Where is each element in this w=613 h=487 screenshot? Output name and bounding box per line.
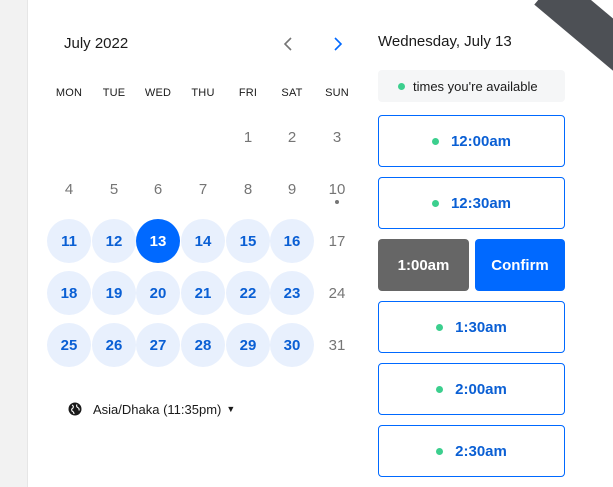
available-dot-icon [436, 323, 444, 331]
calendar-day-available[interactable]: 27 [136, 323, 180, 367]
month-title: July 2022 [64, 35, 129, 52]
globe-icon [68, 402, 82, 416]
available-dot-icon [431, 199, 439, 207]
chevron-right-icon [334, 37, 343, 51]
calendar-day: 5 [109, 180, 119, 198]
weekday-sat: SAT [281, 87, 303, 99]
time-slot-label: 2:00am [455, 380, 507, 398]
time-slot-button[interactable]: 1:30am [378, 301, 565, 353]
prev-month-button[interactable] [278, 34, 298, 54]
calendar-day-selected[interactable]: 13 [136, 219, 180, 263]
time-slot-button[interactable]: 12:00am [378, 115, 565, 167]
calendar-day: 24 [328, 284, 346, 302]
calendar-day-available[interactable]: 18 [47, 271, 91, 315]
calendar-day: 3 [332, 128, 342, 146]
time-slot-button[interactable]: 2:30am [378, 425, 565, 477]
today-indicator-dot [335, 200, 339, 204]
calendar-day-available[interactable]: 21 [181, 271, 225, 315]
calendar-day-available[interactable]: 15 [226, 219, 270, 263]
calendar-day: 31 [328, 336, 346, 354]
calendar-day-available[interactable]: 20 [136, 271, 180, 315]
weekday-fri: FRI [238, 87, 258, 99]
available-dot-icon [436, 385, 444, 393]
calendar-day-available[interactable]: 16 [270, 219, 314, 263]
time-slot-label: 12:30am [450, 194, 512, 212]
legend-label: times you're available [413, 78, 538, 94]
calendar-day-available[interactable]: 30 [270, 323, 314, 367]
calendar-day: 17 [328, 232, 346, 250]
weekday-sun: SUN [325, 87, 349, 99]
chevron-left-icon [283, 37, 292, 51]
calendar-day: 7 [198, 180, 208, 198]
availability-legend: times you're available [378, 70, 565, 102]
calendar-day-available[interactable]: 25 [47, 323, 91, 367]
calendar-day: 6 [153, 180, 163, 198]
caret-down-icon: ▼ [226, 404, 236, 414]
selected-date-heading: Wednesday, July 13 [378, 33, 512, 50]
calendar-day: 8 [243, 180, 253, 198]
calendar-day-available[interactable]: 19 [92, 271, 136, 315]
available-dot-icon [431, 137, 439, 145]
calendar-day: 9 [287, 180, 297, 198]
calendar-day-available[interactable]: 12 [92, 219, 136, 263]
calendar-day-available[interactable]: 28 [181, 323, 225, 367]
next-month-button[interactable] [328, 34, 348, 54]
time-slot-button[interactable]: 12:30am [378, 177, 565, 229]
calendar-day-available[interactable]: 26 [92, 323, 136, 367]
calendar-day-available[interactable]: 29 [226, 323, 270, 367]
available-dot-icon [436, 447, 444, 455]
weekday-tue: TUE [102, 87, 126, 99]
time-slot-label: 2:30am [455, 442, 507, 460]
weekday-thu: THU [191, 87, 215, 99]
time-slot-label: 1:30am [455, 318, 507, 336]
calendar-day-available[interactable]: 11 [47, 219, 91, 263]
weekday-wed: WED [144, 87, 172, 99]
selected-time-slot[interactable]: 1:00am [378, 239, 469, 291]
available-dot-icon [398, 82, 405, 90]
calendar-day: 1 [243, 128, 253, 146]
confirm-button[interactable]: Confirm [475, 239, 565, 291]
calendar-day-available[interactable]: 23 [270, 271, 314, 315]
timezone-selector[interactable]: Asia/Dhaka (11:35pm) ▼ [68, 400, 235, 418]
time-slot-label: 12:00am [450, 132, 512, 150]
calendar-day-today: 10 [328, 180, 346, 198]
calendar-day: 4 [64, 180, 74, 198]
calendar-day-available[interactable]: 14 [181, 219, 225, 263]
weekday-mon: MON [55, 87, 83, 99]
calendar-day: 2 [287, 128, 297, 146]
time-slot-button[interactable]: 2:00am [378, 363, 565, 415]
calendar-day-available[interactable]: 22 [226, 271, 270, 315]
timezone-label: Asia/Dhaka (11:35pm) [93, 401, 222, 417]
